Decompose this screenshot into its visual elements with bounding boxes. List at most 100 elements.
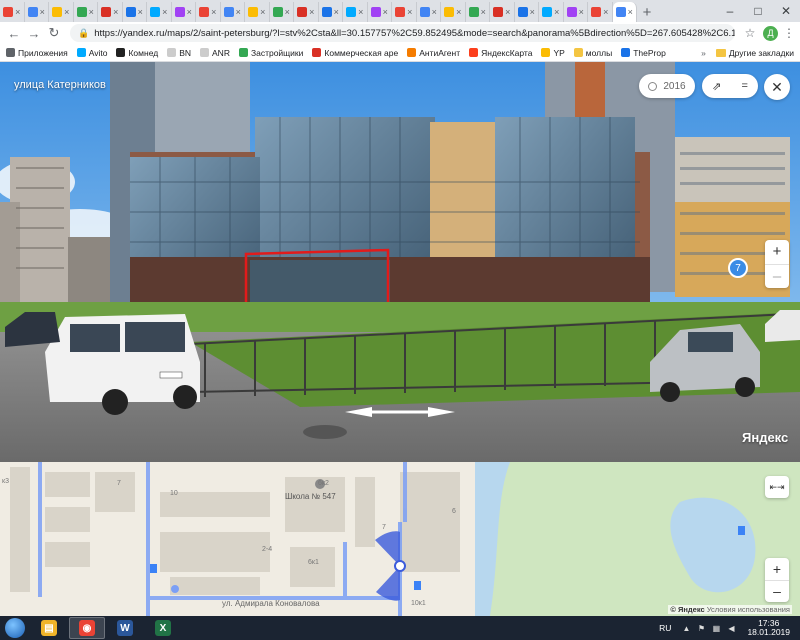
tab-close-icon[interactable]: × [260,7,265,17]
browser-tab[interactable]: × [343,2,368,22]
tab-close-icon[interactable]: × [15,7,20,17]
taskbar-app-chrome[interactable]: ◉ [69,617,105,639]
browser-tab[interactable]: × [245,2,270,22]
tab-close-icon[interactable]: × [334,7,339,17]
panorama-zoom-out-button[interactable]: – [765,263,789,289]
tab-close-icon[interactable]: × [603,7,608,17]
close-panorama-button[interactable]: ✕ [764,74,790,100]
browser-tab[interactable]: × [539,2,564,22]
tray-arrow-icon[interactable]: ▲ [681,623,691,633]
bookmark-item[interactable]: Приложения [6,48,68,58]
browser-tab[interactable]: × [98,2,123,22]
bookmark-item[interactable]: YP [541,48,565,58]
terms-link[interactable]: Условия использования [707,605,790,614]
panorama-marker[interactable]: 7 [728,258,748,278]
bookmark-item[interactable]: ЯндексКарта [469,48,532,58]
taskbar-app-excel[interactable]: X [145,617,181,639]
tab-close-icon[interactable]: × [554,7,559,17]
menu-icon[interactable]: = [741,80,747,92]
panorama-year-selector[interactable]: 2016 [639,74,695,98]
browser-tab[interactable]: × [490,2,515,22]
tab-close-icon[interactable]: × [64,7,69,17]
browser-tab[interactable]: × [588,2,613,22]
browser-tab[interactable]: × [441,2,466,22]
tab-close-icon[interactable]: × [187,7,192,17]
browser-tab[interactable]: × [25,2,49,22]
volume-icon[interactable]: ◀ [726,623,736,633]
back-button[interactable]: ← [4,23,24,43]
tab-close-icon[interactable]: × [456,7,461,17]
tab-close-icon[interactable]: × [407,7,412,17]
tab-close-icon[interactable]: × [383,7,388,17]
tab-close-icon[interactable]: × [285,7,290,17]
browser-tab[interactable]: × [294,2,319,22]
panorama-zoom-in-button[interactable]: + [765,240,789,264]
bookmark-item[interactable]: Комнед [116,48,158,58]
browser-tab[interactable]: × [147,2,172,22]
browser-tab[interactable]: × [319,2,343,22]
tab-close-icon[interactable]: × [113,7,118,17]
share-icon[interactable]: ⇗ [712,80,721,93]
bookmark-item[interactable]: ANR [200,48,230,58]
tab-close-icon[interactable]: × [309,7,314,17]
bookmark-item[interactable]: моллы [573,48,612,58]
forward-button[interactable]: → [24,23,44,43]
profile-avatar[interactable]: Д [763,25,778,41]
browser-tab[interactable]: × [392,2,417,22]
tab-close-icon[interactable]: × [579,7,584,17]
address-bar[interactable]: 🔒 https://yandex.ru/maps/2/saint-petersb… [70,24,735,42]
minimize-button[interactable]: – [716,0,744,22]
tab-close-icon[interactable]: × [481,7,486,17]
other-bookmarks-link[interactable]: Другие закладки [729,48,794,58]
browser-tab[interactable]: × [196,2,221,22]
browser-tab[interactable]: × [612,2,637,22]
taskbar-app-word[interactable]: W [107,617,143,639]
tab-close-icon[interactable]: × [162,7,167,17]
browser-tab[interactable]: × [49,2,74,22]
bookmark-item[interactable]: АнтиАгент [407,48,460,58]
map-view[interactable]: к3 7 10 6к2 7 2-4 6к1 10к1 6 Школа № 547… [0,462,800,616]
bookmark-item[interactable]: Коммерческая аре [312,48,398,58]
map-collapse-button[interactable]: ⇤⇥ [765,476,789,498]
system-clock[interactable]: 17:36 18.01.2019 [747,618,790,638]
flag-icon[interactable]: ⚑ [696,623,706,633]
browser-tab[interactable]: × [172,2,196,22]
bookmark-item[interactable]: Застройщики [238,48,303,58]
browser-tab[interactable]: × [0,2,25,22]
new-tab-button[interactable]: + [637,2,657,22]
tab-close-icon[interactable]: × [505,7,510,17]
tab-close-icon[interactable]: × [358,7,363,17]
browser-tab[interactable]: × [417,2,441,22]
browser-tab[interactable]: × [368,2,392,22]
tab-close-icon[interactable]: × [89,7,94,17]
browser-menu-icon[interactable]: ⋮ [782,26,796,40]
browser-tab[interactable]: × [466,2,490,22]
tab-close-icon[interactable]: × [432,7,437,17]
tab-close-icon[interactable]: × [211,7,216,17]
maximize-button[interactable]: □ [744,0,772,22]
bookmarks-more-button[interactable]: » [701,48,706,58]
browser-tab[interactable]: × [270,2,294,22]
close-window-button[interactable]: ✕ [772,0,800,22]
start-button[interactable] [0,616,30,640]
tab-close-icon[interactable]: × [628,7,633,17]
bookmark-item[interactable]: BN [167,48,191,58]
browser-tab[interactable]: × [221,2,245,22]
browser-tab[interactable]: × [123,2,147,22]
browser-tab[interactable]: × [74,2,98,22]
tab-close-icon[interactable]: × [530,7,535,17]
network-icon[interactable]: ▦ [711,623,721,633]
tab-close-icon[interactable]: × [40,7,45,17]
street-panorama[interactable]: улица Катерников 2016 ⇗ = ✕ + – 7 Яндекс [0,62,800,462]
tab-close-icon[interactable]: × [236,7,241,17]
tab-close-icon[interactable]: × [138,7,143,17]
map-zoom-out-button[interactable]: – [765,579,789,603]
language-indicator[interactable]: RU [659,623,671,633]
browser-tab[interactable]: × [564,2,588,22]
bookmark-star-icon[interactable]: ☆ [741,26,759,40]
browser-tab[interactable]: × [515,2,539,22]
reload-button[interactable]: ↻ [44,23,64,43]
map-zoom-in-button[interactable]: + [765,558,789,580]
bookmark-item[interactable]: TheProp [621,48,666,58]
bookmark-item[interactable]: Avito [76,48,107,58]
